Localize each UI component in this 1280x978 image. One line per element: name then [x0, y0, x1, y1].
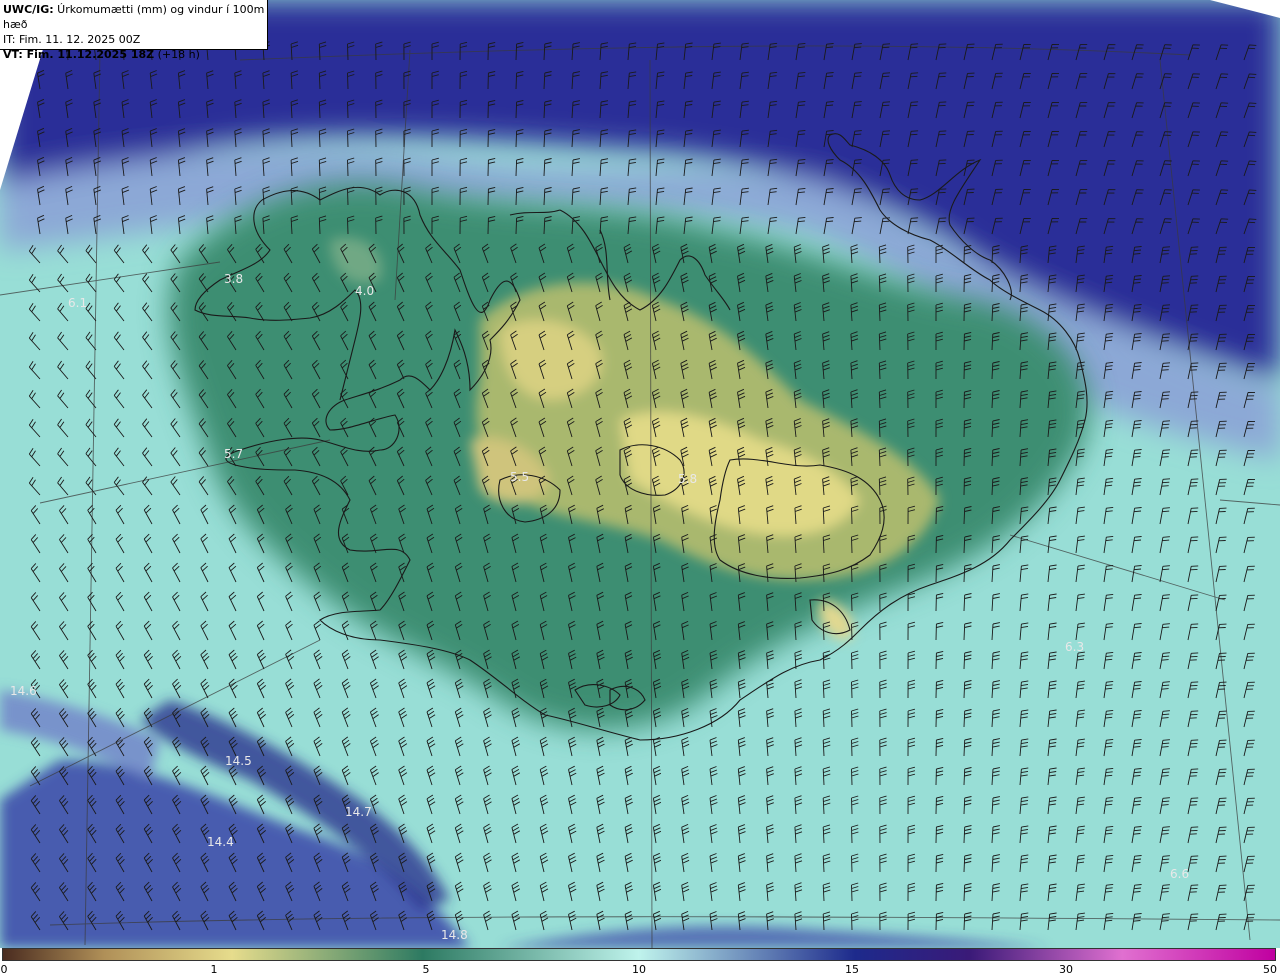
- colorbar-tick-50: 50: [1263, 963, 1277, 976]
- colorbar-tick-15: 15: [845, 963, 859, 976]
- valid-time: VT: Fim. 11.12.2025 18Z: [3, 48, 155, 61]
- title-line-2: IT: Fim. 11. 12. 2025 00Z: [3, 33, 141, 46]
- forecast-map-canvas: 3.8 4.0 6.1 5.7 5.5 5.8 6.3 14.6 14.5 14…: [0, 0, 1280, 948]
- colorbar-gradient: [2, 948, 1276, 961]
- title-line-1: UWC/IG: Úrkomumætti (mm) og vindur í 100…: [3, 2, 267, 32]
- wind-label-8: 14.6: [10, 684, 37, 698]
- colorbar-tick-30: 30: [1059, 963, 1073, 976]
- wind-label-12: 6.6: [1170, 867, 1189, 881]
- title-line-3: VT: Fim. 11.12.2025 18Z (+18 h): [3, 47, 267, 62]
- wind-label-10: 14.7: [345, 805, 372, 819]
- wind-label-13: 14.8: [441, 928, 468, 942]
- lead-time: (+18 h): [154, 48, 200, 61]
- map-title-box: UWC/IG: Úrkomumætti (mm) og vindur í 100…: [0, 0, 268, 61]
- colorbar-tick-5: 5: [422, 963, 430, 976]
- colorbar-tick-1: 1: [210, 963, 218, 976]
- model-name: UWC/IG:: [3, 3, 54, 16]
- colorbar-tick-0: 0: [0, 963, 8, 976]
- wind-label-2: 4.0: [355, 284, 374, 298]
- wind-label-4: 5.7: [224, 447, 243, 461]
- wind-label-3: 6.1: [68, 296, 87, 310]
- wind-label-1: 3.8: [224, 272, 243, 286]
- wind-label-11: 14.4: [207, 835, 234, 849]
- wind-label-7: 6.3: [1065, 640, 1084, 654]
- wind-label-9: 14.5: [225, 754, 252, 768]
- forecast-map: 3.8 4.0 6.1 5.7 5.5 5.8 6.3 14.6 14.5 14…: [0, 0, 1280, 948]
- wind-label-5: 5.5: [510, 470, 529, 484]
- precip-colorbar: 0 1 5 10 15 30 50: [0, 948, 1280, 978]
- wind-label-6: 5.8: [678, 472, 697, 486]
- colorbar-tick-10: 10: [632, 963, 646, 976]
